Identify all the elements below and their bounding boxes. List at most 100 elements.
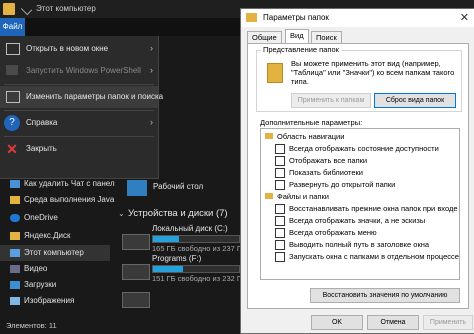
nav-item-onedrive[interactable]: OneDrive <box>0 210 110 226</box>
nav-item-quick-2[interactable]: Среда выполнения Java <box>0 192 114 208</box>
menu-powershell[interactable]: Запустить Windows PowerShell › <box>0 60 158 82</box>
drive-f[interactable]: Programs (F:) 151 ГБ свободно из 232 ГБ <box>118 254 246 284</box>
menu-close[interactable]: ✕ Закрыть <box>0 138 158 160</box>
cancel-button[interactable]: Отмена <box>367 315 419 330</box>
folder-icon <box>265 193 273 199</box>
nav-item-label: Видео <box>24 264 48 273</box>
apply-button[interactable]: Применить <box>423 315 473 330</box>
window-icon <box>6 43 20 55</box>
desktop-item[interactable]: Рабочий стол <box>125 178 235 200</box>
document-icon <box>10 180 20 188</box>
video-icon <box>10 265 20 273</box>
group-title: Представление папок <box>261 45 341 54</box>
settings-category: Файлы и папки <box>261 191 451 202</box>
close-button[interactable]: ✕ <box>460 11 469 24</box>
navigation-pane: Как удалить Чат с панел Среда выполнения… <box>0 172 115 318</box>
devices-header: Устройства и диски (7) <box>128 208 228 219</box>
option-label: Всегда отображать состояние доступности <box>289 144 439 153</box>
desktop-folder-icon <box>127 180 147 196</box>
close-icon: ✕ <box>6 141 18 157</box>
submenu-arrow-icon: › <box>150 117 153 127</box>
advanced-settings-list[interactable]: Область навигации Всегда отображать состо… <box>260 128 460 280</box>
checkbox[interactable] <box>275 204 285 214</box>
help-icon: ? <box>4 115 20 131</box>
settings-option[interactable]: Всегда отображать значки, а не эскизы <box>261 215 451 226</box>
drive-name: Programs (F:) <box>152 254 202 263</box>
option-label: Файлы и папки <box>277 192 329 201</box>
checkbox[interactable] <box>275 168 285 178</box>
option-label: Всегда отображать меню <box>289 228 377 237</box>
menu-item-label: Запустить Windows PowerShell <box>26 66 141 75</box>
nav-item-yandex-disk[interactable]: Яндекс.Диск <box>0 228 110 244</box>
menu-folder-options[interactable]: Изменить параметры папок и поиска <box>0 86 163 108</box>
settings-option[interactable]: Отображать все папки <box>261 155 451 166</box>
ok-button[interactable]: OK <box>311 315 363 330</box>
settings-option[interactable]: Всегда отображать меню <box>261 227 451 238</box>
settings-option[interactable]: Выводить полный путь в заголовке окна <box>261 239 451 250</box>
menu-item-label: Изменить параметры папок и поиска <box>26 92 164 101</box>
drive-free: 151 ГБ свободно из 232 ГБ <box>152 274 246 283</box>
desktop-label: Рабочий стол <box>153 182 204 191</box>
settings-option[interactable]: Показать библиотеки <box>261 167 451 178</box>
folder-icon <box>3 3 15 15</box>
options-icon <box>6 91 20 103</box>
drive-usage-fill <box>153 266 184 272</box>
folder-icon <box>10 196 20 204</box>
checkbox[interactable] <box>275 228 285 238</box>
drive-usage-fill <box>153 236 179 242</box>
nav-item-label: Этот компьютер <box>24 248 84 257</box>
option-label: Область навигации <box>277 132 345 141</box>
nav-item-label: Как удалить Чат с панел <box>24 179 115 188</box>
dialog-title: Параметры папок <box>263 13 329 22</box>
checkbox[interactable] <box>275 216 285 226</box>
nav-item-video[interactable]: Видео <box>0 261 110 277</box>
drive-c[interactable]: Локальный диск (C:) 165 ГБ свободно из 2… <box>118 224 246 254</box>
option-label: Развернуть до открытой папки <box>289 180 396 189</box>
cloud-icon <box>10 214 20 222</box>
drive-name: Локальный диск (C:) <box>152 224 228 233</box>
option-label: Показать библиотеки <box>289 168 363 177</box>
menu-open-new-window[interactable]: Открыть в новом окне › <box>0 38 158 60</box>
nav-item-label: Изображения <box>24 296 75 305</box>
drive-usage-bar <box>152 235 240 243</box>
settings-category: Область навигации <box>261 131 451 142</box>
download-icon <box>10 281 20 289</box>
file-tab[interactable]: Файл <box>0 18 25 36</box>
checkbox[interactable] <box>275 180 285 190</box>
nav-item-images[interactable]: Изображения <box>0 293 110 309</box>
folder-icon <box>265 133 273 139</box>
option-label: Выводить полный путь в заголовке окна <box>289 240 430 249</box>
settings-option[interactable]: Восстанавливать прежние окна папок при в… <box>261 203 459 214</box>
scrollbar[interactable]: ▲ ▼ <box>459 129 460 279</box>
checkbox[interactable] <box>275 252 285 262</box>
status-bar: Элементов: 11 <box>0 318 240 332</box>
devices-toggle-icon[interactable]: ⌄ <box>118 209 125 218</box>
apply-to-folders-button[interactable]: Применить к папкам <box>291 93 371 108</box>
reset-folders-button[interactable]: Сброс вида папок <box>374 93 456 108</box>
settings-option[interactable]: Всегда отображать состояние доступности <box>261 143 451 154</box>
option-label: Отображать все папки <box>289 156 368 165</box>
drive-icon <box>122 234 150 250</box>
window-title: Этот компьютер <box>36 4 96 13</box>
checkbox[interactable] <box>275 144 285 154</box>
nav-item-label: Загрузки <box>24 280 57 289</box>
restore-defaults-button[interactable]: Восстановить значения по умолчанию <box>310 288 460 303</box>
menu-help[interactable]: ? Справка › <box>0 112 158 134</box>
drive-usage-bar <box>152 265 240 273</box>
checkbox[interactable] <box>275 240 285 250</box>
powershell-icon <box>6 65 18 75</box>
folder-views-group: Представление папок Вы можете применить … <box>256 45 462 112</box>
image-icon <box>10 297 20 305</box>
settings-option[interactable]: Развернуть до открытой папки <box>261 179 451 190</box>
nav-item-label: Среда выполнения Java <box>24 195 115 204</box>
nav-item-downloads[interactable]: Загрузки <box>0 277 110 293</box>
checkbox[interactable] <box>275 156 285 166</box>
drive-item-partial[interactable] <box>122 292 150 308</box>
folder-views-icon <box>267 63 283 83</box>
drive-icon <box>122 264 150 280</box>
nav-item-this-pc[interactable]: Этот компьютер <box>0 245 110 261</box>
folder-icon <box>246 13 257 22</box>
nav-item-label: Яндекс.Диск <box>24 231 71 240</box>
settings-option[interactable]: Запускать окна с папками в отдельном про… <box>261 251 459 262</box>
menu-divider <box>4 110 154 111</box>
